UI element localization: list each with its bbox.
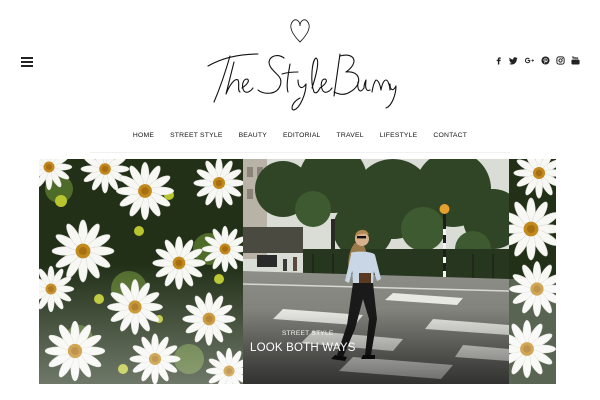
- twitter-icon[interactable]: [509, 56, 518, 65]
- nav-item-contact[interactable]: CONTACT: [425, 132, 475, 139]
- youtube-icon[interactable]: [571, 56, 580, 65]
- nav-item-travel[interactable]: TRAVEL: [329, 132, 372, 139]
- featured-caption: STREET STYLE LOOK BOTH WAYS: [250, 330, 356, 354]
- post-title[interactable]: LOOK BOTH WAYS: [250, 342, 356, 354]
- facebook-icon[interactable]: [494, 56, 503, 65]
- nav-divider: [90, 152, 510, 153]
- nav-item-home[interactable]: HOME: [125, 132, 162, 139]
- main-nav: HOME STREET STYLE BEAUTY EDITORIAL TRAVE…: [0, 132, 600, 139]
- instagram-icon[interactable]: [556, 56, 565, 65]
- logo-script: [207, 19, 397, 111]
- social-links: [494, 56, 580, 65]
- slider-edge-left: [8, 270, 39, 384]
- daisy-image-right: [509, 159, 556, 384]
- nav-item-street-style[interactable]: STREET STYLE: [162, 132, 231, 139]
- hamburger-menu-icon[interactable]: [21, 57, 33, 67]
- slider-edge-right: [556, 270, 592, 384]
- google-plus-icon[interactable]: [524, 56, 535, 65]
- post-category[interactable]: STREET STYLE: [282, 330, 356, 337]
- pinterest-icon[interactable]: [541, 56, 550, 65]
- nav-item-editorial[interactable]: EDITORIAL: [275, 132, 329, 139]
- daisy-image-left: [39, 159, 243, 384]
- nav-item-beauty[interactable]: BEAUTY: [231, 132, 275, 139]
- nav-item-lifestyle[interactable]: LIFESTYLE: [372, 132, 426, 139]
- site-logo[interactable]: The Style Bunny: [200, 14, 400, 112]
